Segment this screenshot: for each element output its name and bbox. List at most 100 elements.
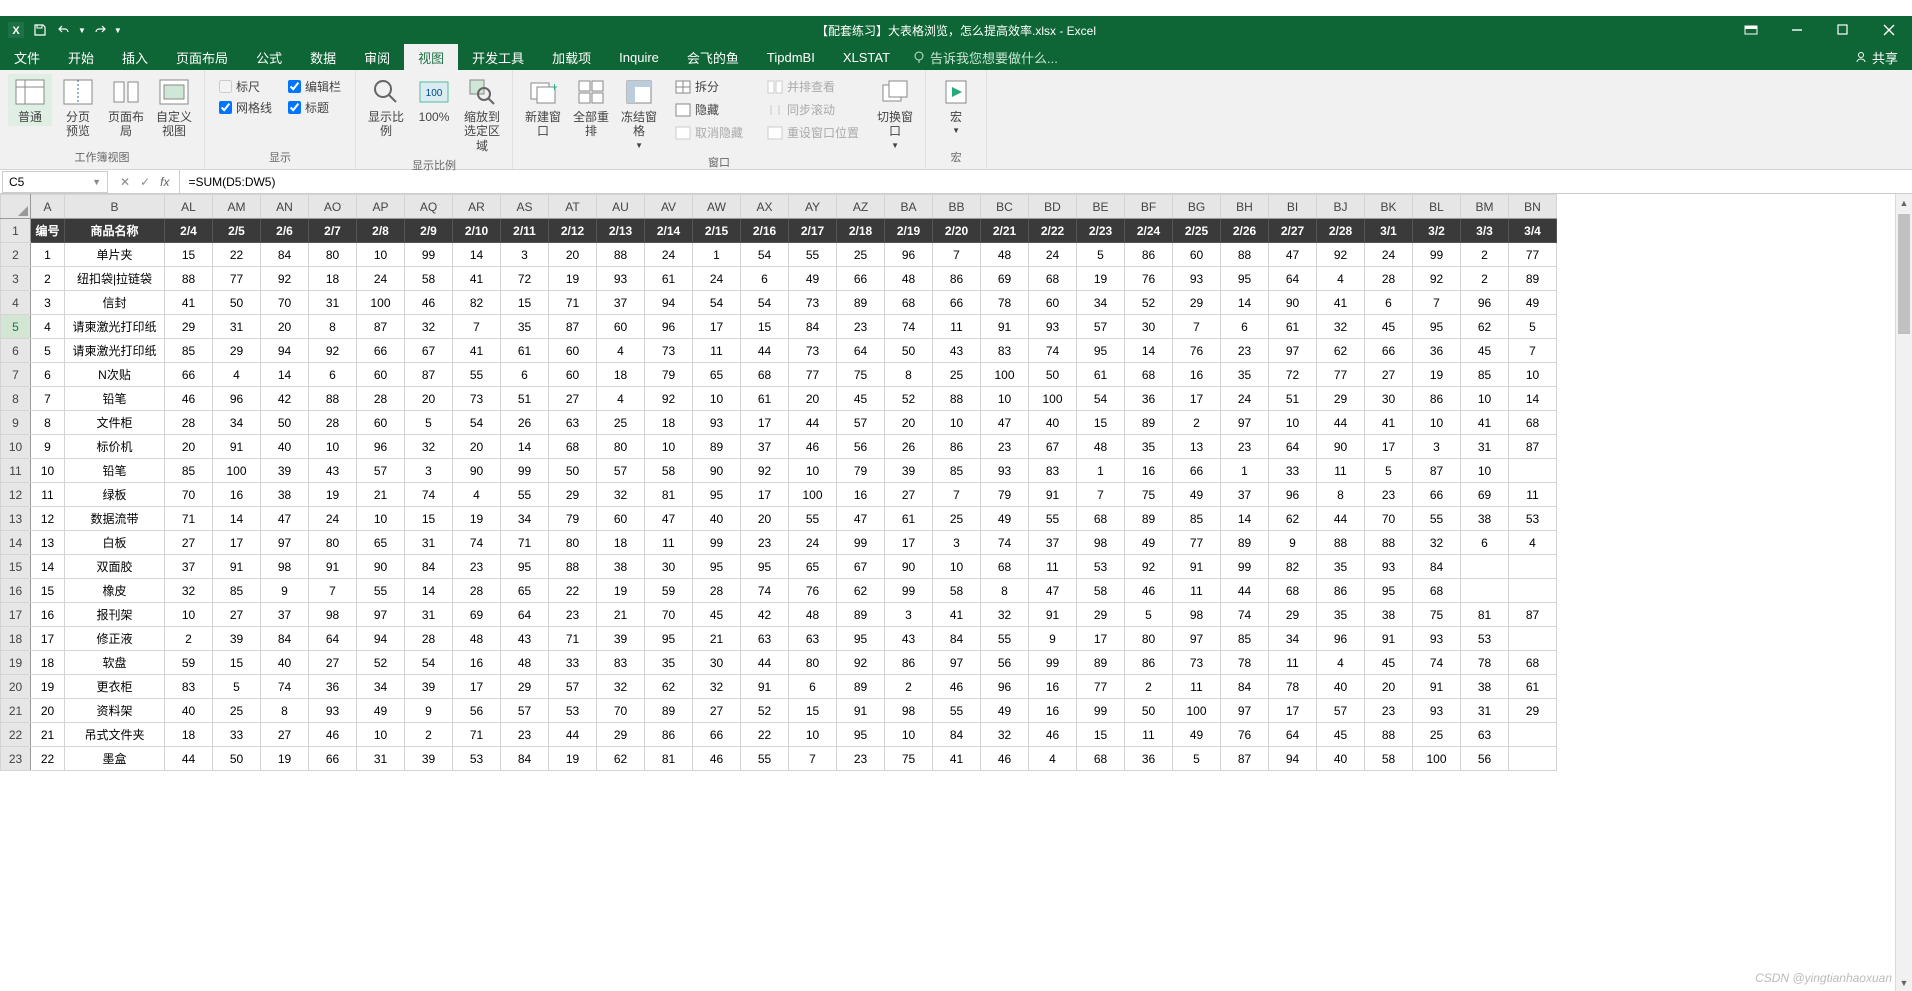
cell[interactable]: 20 [453, 435, 501, 459]
cell[interactable]: 20 [31, 699, 65, 723]
cell[interactable]: 60 [597, 507, 645, 531]
cell[interactable]: 99 [501, 459, 549, 483]
cell[interactable]: 32 [597, 483, 645, 507]
cell[interactable]: 6 [1365, 291, 1413, 315]
cell[interactable]: 91 [1173, 555, 1221, 579]
cell[interactable]: 21 [693, 627, 741, 651]
cell[interactable]: 15 [31, 579, 65, 603]
cell[interactable]: 57 [1317, 699, 1365, 723]
cell[interactable]: 14 [453, 243, 501, 267]
header-cell[interactable]: 2/25 [1173, 219, 1221, 243]
tab-审阅[interactable]: 审阅 [350, 44, 404, 70]
cell[interactable]: 11 [1029, 555, 1077, 579]
cell[interactable]: 73 [1173, 651, 1221, 675]
cell[interactable]: 19 [31, 675, 65, 699]
header-cell[interactable]: 2/27 [1269, 219, 1317, 243]
column-header[interactable]: BN [1509, 195, 1557, 219]
row-header[interactable]: 23 [1, 747, 31, 771]
cell[interactable]: 7 [933, 483, 981, 507]
column-header[interactable]: AP [357, 195, 405, 219]
cell[interactable]: 93 [597, 267, 645, 291]
cell[interactable]: 74 [741, 579, 789, 603]
cell[interactable]: 77 [1317, 363, 1365, 387]
cell[interactable]: 45 [1365, 651, 1413, 675]
cell[interactable]: 19 [1077, 267, 1125, 291]
cell[interactable]: 81 [645, 747, 693, 771]
cell[interactable]: 29 [1509, 699, 1557, 723]
cell[interactable]: 19 [453, 507, 501, 531]
cell[interactable]: 29 [597, 723, 645, 747]
cell[interactable]: 10 [31, 459, 65, 483]
cell[interactable]: 65 [357, 531, 405, 555]
cell[interactable]: 46 [933, 675, 981, 699]
cell[interactable]: 29 [1269, 603, 1317, 627]
cell[interactable]: 57 [837, 411, 885, 435]
cell[interactable]: 46 [405, 291, 453, 315]
cell[interactable]: 45 [1461, 339, 1509, 363]
cell[interactable]: 86 [885, 651, 933, 675]
cell[interactable]: 58 [933, 579, 981, 603]
cell[interactable]: 18 [165, 723, 213, 747]
cell[interactable]: 95 [1221, 267, 1269, 291]
cell[interactable]: 85 [213, 579, 261, 603]
cell[interactable]: 93 [309, 699, 357, 723]
cell[interactable] [1509, 579, 1557, 603]
cell[interactable]: 85 [165, 459, 213, 483]
cell[interactable]: 57 [357, 459, 405, 483]
cell[interactable]: 83 [1029, 459, 1077, 483]
header-cell[interactable]: 3/3 [1461, 219, 1509, 243]
cell[interactable]: 66 [1413, 483, 1461, 507]
cell[interactable]: 10 [933, 411, 981, 435]
cell[interactable]: 71 [165, 507, 213, 531]
cell[interactable]: 95 [837, 627, 885, 651]
row-header[interactable]: 22 [1, 723, 31, 747]
cell[interactable]: 97 [1269, 339, 1317, 363]
cell[interactable]: 53 [1509, 507, 1557, 531]
cell[interactable]: 2 [165, 627, 213, 651]
cell[interactable]: 86 [1413, 387, 1461, 411]
cell[interactable]: 修正液 [65, 627, 165, 651]
cell[interactable]: 铅笔 [65, 459, 165, 483]
cell[interactable]: 10 [885, 723, 933, 747]
header-cell[interactable]: 2/14 [645, 219, 693, 243]
cell[interactable]: 56 [1461, 747, 1509, 771]
cell[interactable]: 72 [501, 267, 549, 291]
cell[interactable]: 23 [501, 723, 549, 747]
column-header[interactable]: AQ [405, 195, 453, 219]
cell[interactable]: 76 [1221, 723, 1269, 747]
vertical-scrollbar[interactable]: ▲ ▼ [1895, 194, 1912, 991]
cell[interactable]: 46 [165, 387, 213, 411]
cell[interactable] [1461, 579, 1509, 603]
column-header[interactable]: AV [645, 195, 693, 219]
row-header[interactable]: 14 [1, 531, 31, 555]
cell[interactable]: 75 [1413, 603, 1461, 627]
cell[interactable]: 88 [597, 243, 645, 267]
cell[interactable]: 82 [453, 291, 501, 315]
cell[interactable]: 41 [453, 267, 501, 291]
tab-inquire[interactable]: Inquire [605, 44, 673, 70]
cell[interactable]: 32 [981, 723, 1029, 747]
cell[interactable]: 11 [645, 531, 693, 555]
custom-views-button[interactable]: 自定义视图 [152, 74, 196, 141]
cell[interactable]: 6 [1461, 531, 1509, 555]
cell[interactable]: 83 [165, 675, 213, 699]
cell[interactable]: 48 [789, 603, 837, 627]
cell[interactable]: 89 [1125, 507, 1173, 531]
column-header[interactable]: AO [309, 195, 357, 219]
cell[interactable]: 14 [1221, 291, 1269, 315]
cell[interactable]: 55 [453, 363, 501, 387]
undo-dropdown-icon[interactable]: ▼ [78, 26, 86, 35]
cell[interactable]: 65 [789, 555, 837, 579]
cell[interactable]: 97 [933, 651, 981, 675]
cell[interactable]: 41 [1461, 411, 1509, 435]
cell[interactable]: 28 [165, 411, 213, 435]
cell[interactable]: 10 [1269, 411, 1317, 435]
header-cell[interactable]: 2/12 [549, 219, 597, 243]
cell[interactable]: 88 [1365, 723, 1413, 747]
cell[interactable]: 29 [1317, 387, 1365, 411]
cell[interactable]: 52 [357, 651, 405, 675]
cell[interactable]: 68 [1269, 579, 1317, 603]
cell[interactable]: 32 [1413, 531, 1461, 555]
row-header[interactable]: 10 [1, 435, 31, 459]
cell[interactable]: 50 [1029, 363, 1077, 387]
